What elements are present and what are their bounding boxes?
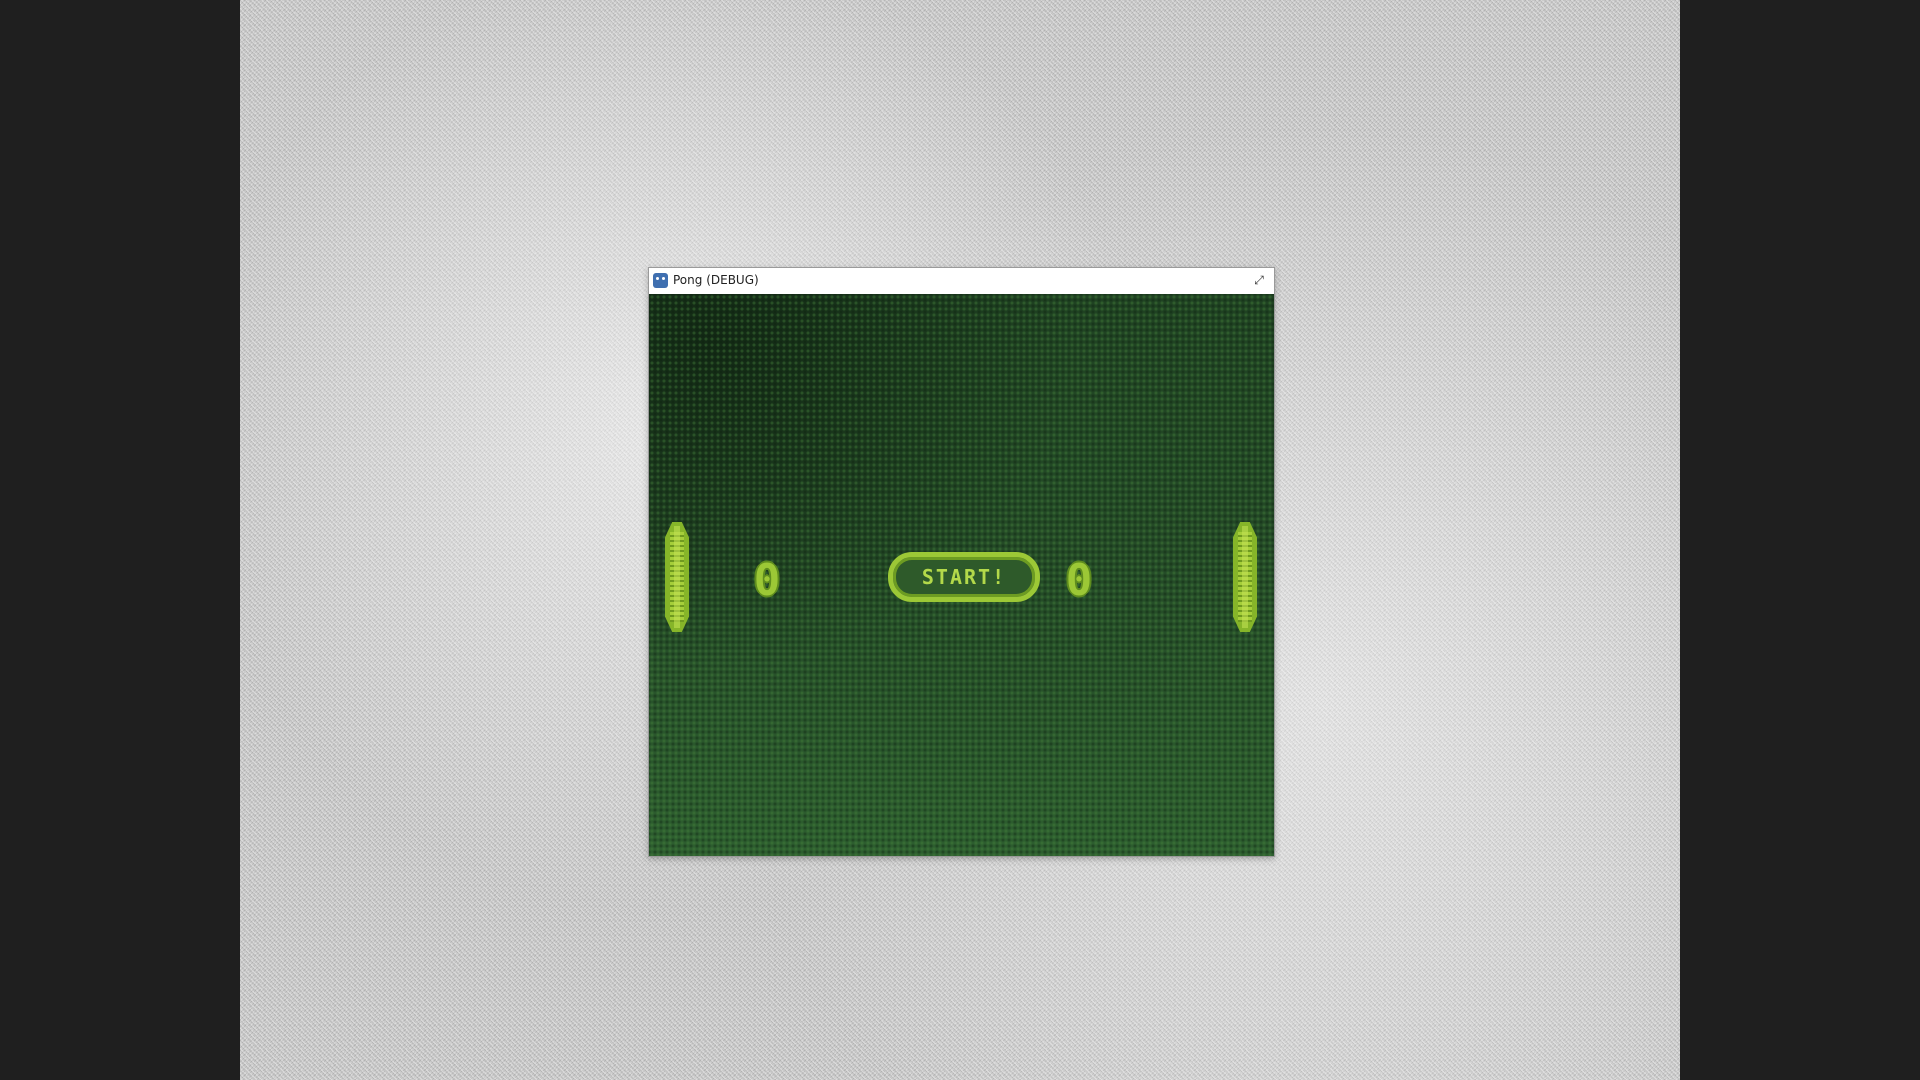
right-score: 0 xyxy=(1065,554,1093,606)
desktop-screen: Pong (DEBUG) ⤢ 0 START! 0 xyxy=(0,0,1920,1080)
game-viewport[interactable]: 0 START! 0 xyxy=(649,294,1274,856)
left-paddle xyxy=(665,522,689,632)
diagonal-resize-icon[interactable]: ⤢ xyxy=(1252,273,1266,287)
start-button-label: START! xyxy=(921,565,1007,589)
right-paddle xyxy=(1233,522,1257,632)
godot-engine-icon xyxy=(653,273,668,288)
left-paddle-highlight xyxy=(674,526,680,628)
window-title: Pong (DEBUG) xyxy=(673,273,759,287)
left-score: 0 xyxy=(753,554,781,606)
game-window[interactable]: Pong (DEBUG) ⤢ 0 START! 0 xyxy=(648,267,1275,857)
start-button[interactable]: START! xyxy=(888,552,1040,602)
window-titlebar[interactable]: Pong (DEBUG) ⤢ xyxy=(649,268,1274,294)
right-paddle-highlight xyxy=(1242,526,1248,628)
